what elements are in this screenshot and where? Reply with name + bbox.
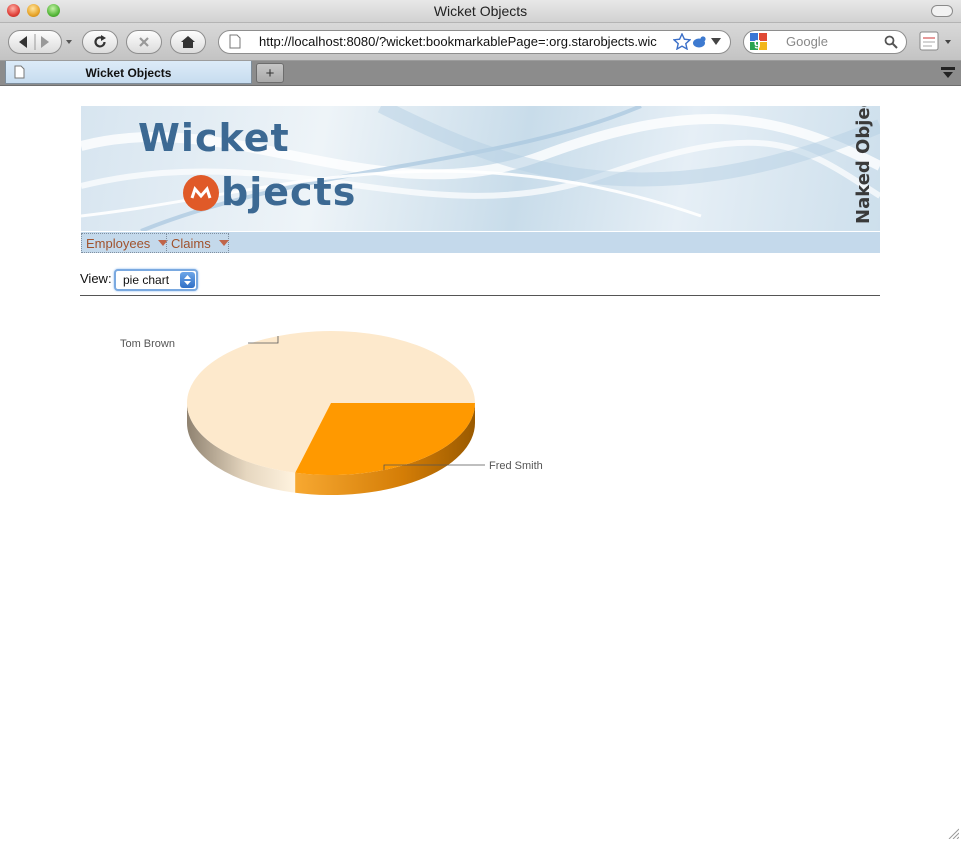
resize-grip-icon[interactable] (947, 827, 959, 839)
reload-icon (94, 35, 106, 48)
tab-label: Wicket Objects (85, 66, 172, 80)
select-arrows-icon (180, 272, 195, 288)
url-text: http://localhost:8080/?wicket:bookmarkab… (259, 34, 657, 49)
home-button[interactable] (170, 30, 206, 54)
wicket-logo-icon (183, 175, 219, 211)
view-select[interactable]: pie chart (114, 269, 198, 291)
reload-button[interactable] (82, 30, 118, 54)
page-icon (229, 34, 241, 49)
bird-icon[interactable] (691, 35, 707, 49)
menu-claims[interactable]: Claims (166, 233, 229, 253)
window-title: Wicket Objects (433, 3, 528, 19)
stop-button[interactable] (126, 30, 162, 54)
logo-line1: Wicket (138, 116, 290, 160)
address-dropdown-icon[interactable] (711, 38, 721, 46)
bookmark-star-icon[interactable] (673, 33, 691, 50)
back-forward-buttons[interactable] (8, 30, 62, 54)
magnifier-icon[interactable] (884, 35, 898, 49)
logo-line2: bjects (221, 170, 357, 214)
stop-icon (139, 37, 149, 47)
site-banner: Wicket bjects Naked Objects (81, 106, 880, 231)
side-text: Naked Objects (853, 106, 874, 224)
toolbar-toggle-button[interactable] (931, 5, 953, 17)
pie-label-fred-smith: Fred Smith (489, 460, 543, 472)
history-dropdown-icon[interactable] (66, 40, 72, 44)
notes-icon[interactable] (918, 30, 952, 52)
address-bar[interactable]: http://localhost:8080/?wicket:bookmarkab… (218, 30, 731, 54)
view-label: View: (80, 271, 112, 286)
chevron-down-icon (218, 240, 229, 246)
menu-employees[interactable]: Employees (81, 233, 169, 253)
browser-toolbar: http://localhost:8080/?wicket:bookmarkab… (0, 23, 961, 61)
search-field[interactable]: g Google (743, 30, 907, 54)
divider (80, 295, 880, 296)
home-icon (181, 36, 195, 48)
app-menu-bar: Employees Claims (81, 232, 880, 253)
svg-text:g: g (754, 37, 761, 49)
menu-claims-label: Claims (171, 235, 211, 251)
view-select-value: pie chart (123, 273, 170, 287)
tab-wicket-objects[interactable]: Wicket Objects (5, 61, 252, 84)
google-search-icon[interactable]: g (750, 33, 768, 50)
new-tab-button[interactable]: + (256, 63, 284, 83)
tab-bar: Wicket Objects + (0, 61, 961, 86)
pie-chart: Tom Brown Fred Smith (120, 331, 543, 495)
back-forward-icon (19, 34, 49, 50)
tab-list-icon[interactable] (939, 64, 957, 82)
menu-employees-label: Employees (86, 235, 151, 251)
search-placeholder: Google (786, 34, 828, 49)
pie-label-tom-brown: Tom Brown (120, 338, 175, 350)
window-titlebar: Wicket Objects (0, 0, 961, 23)
